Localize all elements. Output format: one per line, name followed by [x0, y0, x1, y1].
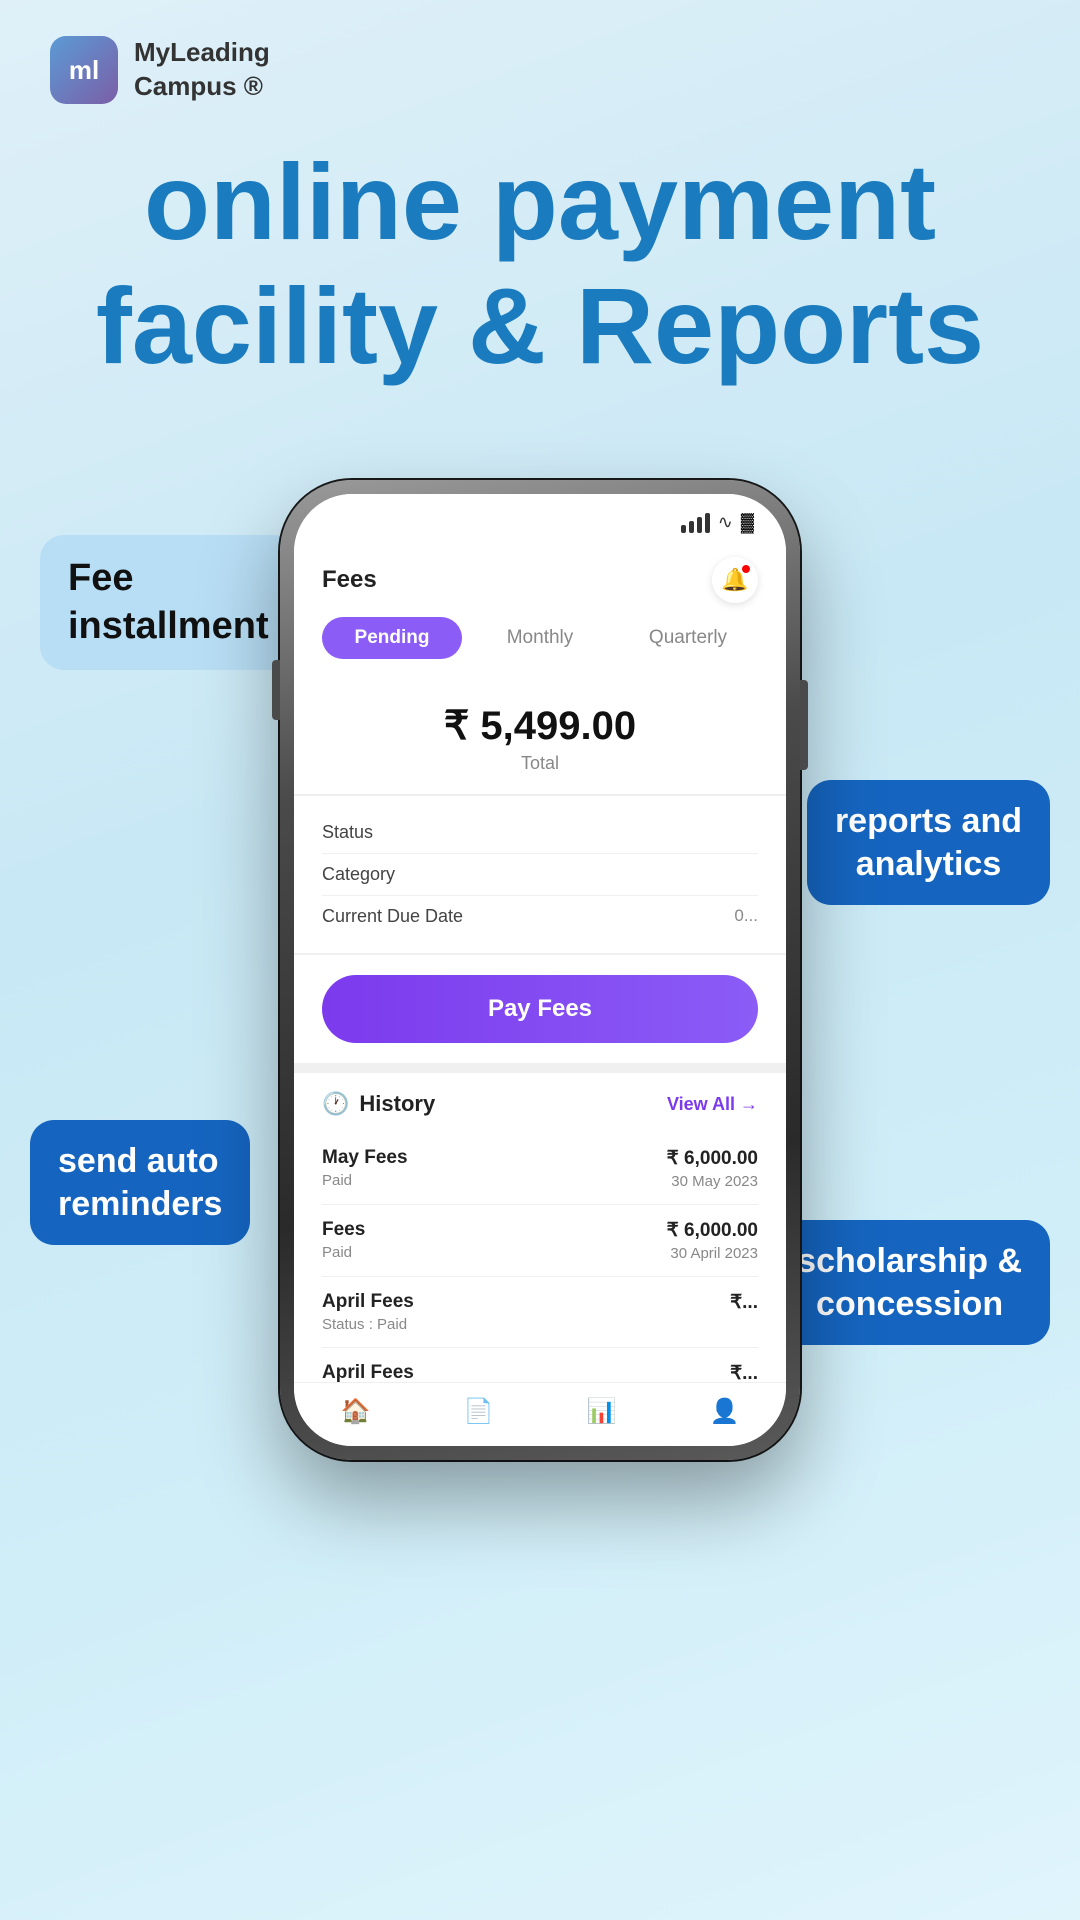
history-item-status: Paid [322, 1172, 408, 1189]
notification-badge [740, 563, 752, 575]
tab-monthly[interactable]: Monthly [470, 617, 610, 659]
category-row: Category [322, 854, 758, 896]
history-item-right: ₹ 6,000.00 30 April 2023 [667, 1219, 758, 1262]
bottom-nav: 🏠 📄 📊 👤 [294, 1382, 786, 1446]
reports-analytics-bubble: reports and analytics [807, 780, 1050, 905]
notification-bell-button[interactable] [712, 557, 758, 603]
history-item-right: ₹... [730, 1291, 758, 1314]
history-item-status: Paid [322, 1244, 365, 1261]
documents-icon: 📄 [464, 1397, 494, 1426]
history-clock-icon: 🕐 [322, 1091, 349, 1117]
scholarship-concession-bubble: scholarship & concession [769, 1220, 1050, 1345]
history-item-left: May Fees Paid [322, 1147, 408, 1189]
history-item-right: ₹ 6,000.00 30 May 2023 [667, 1147, 758, 1190]
history-section: 🕐 History View All → May Fees Paid ₹ 6,0… [294, 1073, 786, 1382]
tabs-bar: Pending Monthly Quarterly [294, 617, 786, 675]
pay-fees-button[interactable]: Pay Fees [322, 975, 758, 1043]
status-label: Status [322, 822, 373, 843]
app-screen-header: Fees [294, 543, 786, 617]
nav-analytics[interactable]: 📊 [587, 1397, 617, 1426]
amount-block: ₹ 5,499.00 Total [294, 675, 786, 794]
home-icon: 🏠 [341, 1397, 371, 1426]
history-header: 🕐 History View All → [322, 1091, 758, 1117]
history-item: Fees Paid ₹ 6,000.00 30 April 2023 [322, 1205, 758, 1277]
screen-content: ₹ 5,499.00 Total Status Category Current… [294, 675, 786, 1382]
phone-shell: ∿ ▓ Fees Pending Monthly [280, 480, 800, 1460]
nav-documents[interactable]: 📄 [464, 1397, 494, 1426]
history-item-name: April Fees [322, 1362, 414, 1382]
status-icons: ∿ ▓ [681, 512, 754, 533]
history-item-left: Fees Paid [322, 1219, 365, 1261]
logo-icon: ml [50, 36, 118, 104]
nav-profile[interactable]: 👤 [710, 1397, 740, 1426]
history-item-amount: ₹... [730, 1362, 758, 1382]
battery-icon: ▓ [741, 512, 754, 533]
total-label: Total [314, 753, 766, 774]
wifi-icon: ∿ [718, 512, 733, 533]
history-item-name: Fees [322, 1219, 365, 1241]
pay-button-container: Pay Fees [294, 955, 786, 1063]
history-item-status: Status : Paid [322, 1316, 414, 1333]
history-item-amount: ₹... [730, 1291, 758, 1314]
main-title: online payment facility & Reports [0, 140, 1080, 388]
history-title: 🕐 History [322, 1091, 435, 1117]
phone-screen: ∿ ▓ Fees Pending Monthly [294, 494, 786, 1446]
due-date-row: Current Due Date 0... [322, 896, 758, 937]
history-item-name: April Fees [322, 1291, 414, 1313]
signal-icon [681, 513, 710, 533]
history-item: April Fees Status : Paid ₹... [322, 1277, 758, 1348]
hero-title: online payment facility & Reports [60, 140, 1020, 388]
tab-pending[interactable]: Pending [322, 617, 462, 659]
nav-home[interactable]: 🏠 [341, 1397, 371, 1426]
category-label: Category [322, 864, 395, 885]
app-header-bar: ml MyLeading Campus ® [50, 36, 270, 104]
history-item-date: 30 April 2023 [667, 1245, 758, 1262]
status-bar: ∿ ▓ [294, 494, 786, 543]
brand-name: MyLeading Campus ® [134, 36, 270, 104]
status-row: Status [322, 812, 758, 854]
phone-mockup: ∿ ▓ Fees Pending Monthly [280, 480, 800, 1460]
total-amount: ₹ 5,499.00 [314, 703, 766, 749]
history-item-date: 30 May 2023 [667, 1173, 758, 1190]
history-item-left: April Fees [322, 1362, 414, 1382]
app-screen-title: Fees [322, 566, 377, 594]
send-auto-reminders-bubble: send auto reminders [30, 1120, 250, 1245]
history-item: April Fees ₹... [322, 1348, 758, 1382]
history-item-amount: ₹ 6,000.00 [667, 1219, 758, 1242]
analytics-icon: 📊 [587, 1397, 617, 1426]
fee-installment-bubble: Fee installment [40, 535, 297, 670]
tab-quarterly[interactable]: Quarterly [618, 617, 758, 659]
history-item-left: April Fees Status : Paid [322, 1291, 414, 1333]
view-all-button[interactable]: View All → [667, 1094, 758, 1115]
history-item-name: May Fees [322, 1147, 408, 1169]
history-item-right: ₹... [730, 1362, 758, 1382]
history-item-amount: ₹ 6,000.00 [667, 1147, 758, 1170]
due-date-label: Current Due Date [322, 906, 463, 927]
history-item: May Fees Paid ₹ 6,000.00 30 May 2023 [322, 1133, 758, 1205]
info-rows: Status Category Current Due Date 0... [294, 796, 786, 953]
profile-icon: 👤 [710, 1397, 740, 1426]
due-date-value: 0... [734, 906, 758, 927]
